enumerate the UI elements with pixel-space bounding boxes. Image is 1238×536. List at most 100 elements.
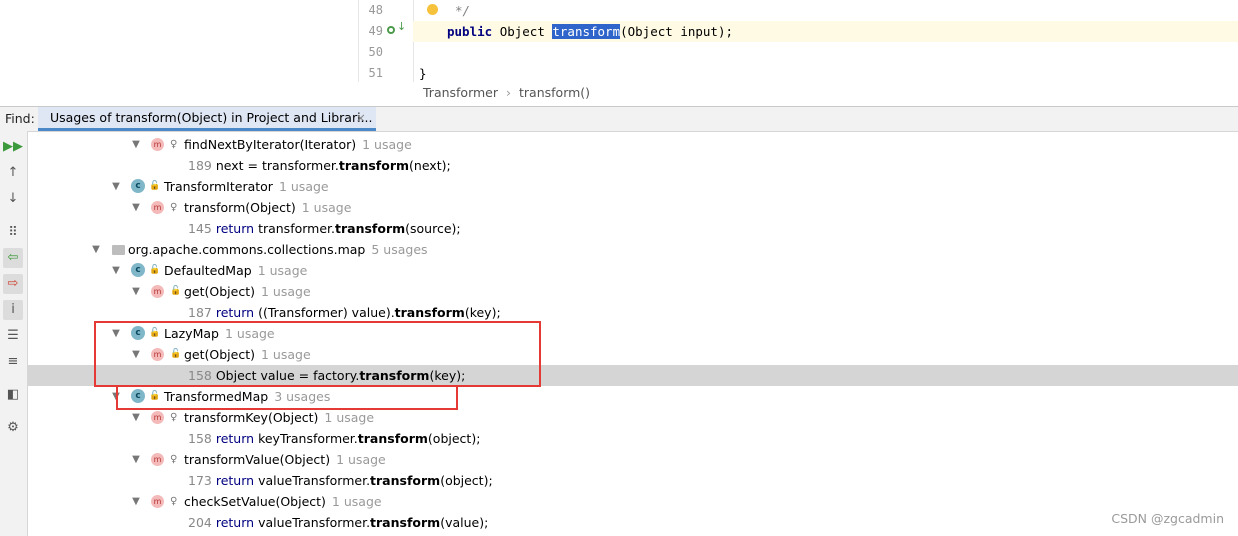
breadcrumb-item[interactable]: transform() xyxy=(519,85,590,100)
code-line: */ xyxy=(413,0,1238,21)
usage-keyword: return xyxy=(215,515,255,530)
usage-code: keyTransformer. xyxy=(258,431,358,446)
line-number: 48 xyxy=(368,3,383,17)
tree-usage-line[interactable]: 173 return valueTransformer.transform(ob… xyxy=(28,470,1238,491)
node-name: transformKey(Object) xyxy=(184,410,319,425)
usage-code: valueTransformer. xyxy=(258,515,371,530)
editor-gutter: 48 49 50 51 ↓ xyxy=(358,0,414,82)
chevron-down-icon[interactable]: ▼ xyxy=(111,176,121,197)
node-name: org.apache.commons.collections.map xyxy=(128,242,366,257)
line-number: 145 xyxy=(188,221,212,236)
chevron-down-icon[interactable]: ▼ xyxy=(131,449,141,470)
tree-method-node[interactable]: ▼ m ♀ transformKey(Object) 1 usage xyxy=(28,407,1238,428)
chevron-down-icon[interactable]: ▼ xyxy=(131,134,141,155)
close-icon[interactable]: × xyxy=(356,107,366,129)
chevron-down-icon[interactable]: ▼ xyxy=(131,491,141,512)
tree-usage-line[interactable]: 145 return transformer.transform(source)… xyxy=(28,218,1238,239)
usage-code: ((Transformer) value). xyxy=(258,305,395,320)
tree-method-node[interactable]: ▼ m ♀ transform(Object) 1 usage xyxy=(28,197,1238,218)
breadcrumb: Transformer › transform() xyxy=(413,82,1238,104)
node-name: checkSetValue(Object) xyxy=(184,494,326,509)
tree-method-node[interactable]: ▼ m ♀ transformValue(Object) 1 usage xyxy=(28,449,1238,470)
usage-count: 1 usage xyxy=(331,494,382,509)
return-type: Object xyxy=(499,24,545,39)
chevron-down-icon[interactable]: ▼ xyxy=(131,281,141,302)
tree-method-node[interactable]: ▼ m ♀ findNextByIterator(Iterator) 1 usag… xyxy=(28,134,1238,155)
usage-code: (source); xyxy=(405,221,461,236)
breadcrumb-item[interactable]: Transformer xyxy=(423,85,498,100)
key-icon: ♀ xyxy=(170,202,178,213)
line-number: 189 xyxy=(188,158,212,173)
usage-keyword: return xyxy=(215,305,255,320)
tree-class-node[interactable]: ▼ c 🔓 TransformIterator 1 usage xyxy=(28,176,1238,197)
tree-method-node[interactable]: ▼ m 🔓 get(Object) 1 usage xyxy=(28,281,1238,302)
usage-count: 1 usage xyxy=(301,200,352,215)
keyword: public xyxy=(447,24,493,39)
breadcrumb-separator: › xyxy=(506,85,512,100)
usage-code: (value); xyxy=(440,515,489,530)
implementation-gutter-icon[interactable] xyxy=(387,26,395,34)
key-icon: ♀ xyxy=(170,454,178,465)
line-number: 49 xyxy=(368,24,383,38)
chevron-down-icon[interactable]: ▼ xyxy=(131,197,141,218)
usage-code: (object); xyxy=(440,473,493,488)
line-number: 50 xyxy=(368,45,383,59)
usage-count: 1 usage xyxy=(261,284,311,299)
usage-keyword: return xyxy=(215,473,255,488)
key-icon: ♀ xyxy=(170,412,178,423)
method-icon: m xyxy=(151,201,164,214)
lock-icon: 🔓 xyxy=(149,265,161,275)
lock-icon: 🔓 xyxy=(149,181,161,191)
preview-icon[interactable]: ◧ xyxy=(3,385,23,405)
usage-count: 1 usage xyxy=(336,452,386,467)
usage-count: 1 usage xyxy=(278,179,329,194)
tree-usage-line[interactable]: 204 return valueTransformer.transform(va… xyxy=(28,512,1238,533)
usage-code: (object); xyxy=(427,431,481,446)
jump-icon[interactable]: ⇨ xyxy=(3,274,23,294)
tree-usage-line[interactable]: 189 next = transformer.transform(next); xyxy=(28,155,1238,176)
navigate-icon[interactable]: ⇦ xyxy=(3,248,23,268)
bulb-icon[interactable] xyxy=(427,4,438,15)
down-arrow-gutter-icon[interactable]: ↓ xyxy=(397,20,406,33)
usage-match: transform xyxy=(357,431,428,446)
info-icon[interactable]: i xyxy=(3,300,23,320)
code-editor[interactable]: 48 49 50 51 ↓ */ public Object transform… xyxy=(0,0,1238,104)
tree-method-node[interactable]: ▼ m ♀ checkSetValue(Object) 1 usage xyxy=(28,491,1238,512)
usage-count: 1 usage xyxy=(362,137,412,152)
tree-class-node[interactable]: ▼ c 🔓 DefaultedMap 1 usage xyxy=(28,260,1238,281)
node-name: TransformIterator xyxy=(164,179,273,194)
tab-title: Usages of transform(Object) in Project a… xyxy=(50,110,373,125)
annotation-highlight-box xyxy=(116,385,458,410)
previous-occurrence-icon[interactable]: ↑ xyxy=(3,163,23,183)
next-occurrence-icon[interactable]: ↓ xyxy=(3,189,23,209)
code-line-current: public Object transform(Object input); xyxy=(413,21,1238,42)
method-icon: m xyxy=(151,138,164,151)
usage-keyword: return xyxy=(215,431,255,446)
group-by-icon[interactable]: ⠿ xyxy=(3,223,23,243)
usage-code: transformer. xyxy=(258,221,335,236)
line-number: 204 xyxy=(188,515,212,530)
annotation-highlight-box xyxy=(94,321,541,387)
tree-usage-line[interactable]: 187 return ((Transformer) value).transfo… xyxy=(28,302,1238,323)
method-icon: m xyxy=(151,495,164,508)
code-line: } xyxy=(413,63,1238,84)
tree-usage-line[interactable]: 158 return keyTransformer.transform(obje… xyxy=(28,428,1238,449)
line-number: 187 xyxy=(188,305,212,320)
settings-icon[interactable]: ⚙ xyxy=(3,418,23,438)
class-icon: c xyxy=(131,179,145,193)
node-name: transformValue(Object) xyxy=(184,452,331,467)
collapse-all-icon[interactable]: ≡ xyxy=(3,352,23,372)
usage-match: transform xyxy=(394,305,465,320)
selected-method-name[interactable]: transform xyxy=(552,24,621,39)
expand-all-icon[interactable]: ☰ xyxy=(3,326,23,346)
lock-icon: 🔓 xyxy=(170,286,182,296)
chevron-down-icon[interactable]: ▼ xyxy=(131,407,141,428)
tree-package-node[interactable]: ▼ org.apache.commons.collections.map 5 us… xyxy=(28,239,1238,260)
rerun-icon[interactable]: ▶▶ xyxy=(3,137,23,157)
tab-usages[interactable]: Usages of transform(Object) in Project a… xyxy=(38,107,376,131)
chevron-down-icon[interactable]: ▼ xyxy=(91,239,101,260)
chevron-down-icon[interactable]: ▼ xyxy=(111,260,121,281)
package-icon xyxy=(112,245,125,255)
editor-blank-area xyxy=(0,0,358,104)
